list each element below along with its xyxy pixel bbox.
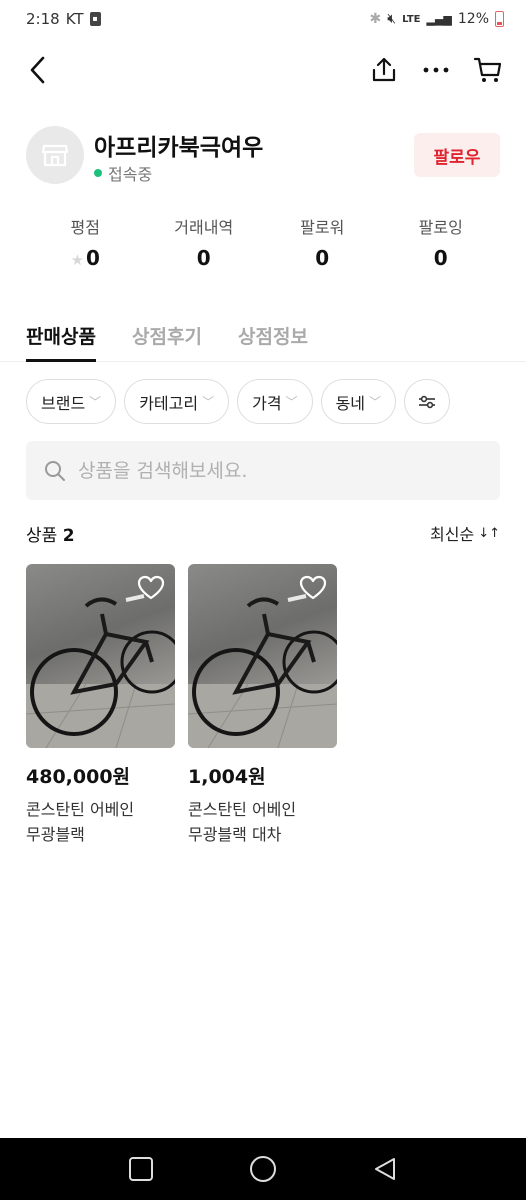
heart-icon[interactable] bbox=[299, 574, 327, 602]
back-button[interactable] bbox=[18, 50, 58, 90]
signal-icon: ▂▄▆ bbox=[426, 12, 452, 26]
filter-chips: 브랜드 ﹀ 카테고리 ﹀ 가격 ﹀ 동네 ﹀ bbox=[26, 379, 526, 425]
back-nav-icon[interactable] bbox=[372, 1156, 398, 1182]
search-input[interactable] bbox=[78, 459, 458, 482]
product-count-value: 2 bbox=[62, 525, 75, 546]
store-icon bbox=[41, 144, 69, 167]
status-right: ✱ 🔇︎ LTE ▂▄▆ 12% bbox=[370, 11, 504, 27]
product-title-line: 콘스탄틴 어베인 bbox=[188, 800, 297, 819]
product-title-line: 무광블랙 대차 bbox=[188, 825, 282, 844]
stat-followers[interactable]: 팔로워 0 bbox=[263, 214, 382, 274]
top-nav bbox=[0, 40, 526, 100]
home-icon[interactable] bbox=[249, 1155, 277, 1183]
filter-brand[interactable]: 브랜드 ﹀ bbox=[26, 379, 117, 424]
follow-button[interactable]: 팔로우 bbox=[414, 133, 500, 177]
shop-profile: 아프리카북극여우 접속중 팔로우 bbox=[26, 126, 500, 186]
bluetooth-icon: ✱ bbox=[369, 11, 382, 27]
status-time: 2:18 bbox=[26, 10, 60, 28]
share-icon bbox=[372, 57, 396, 82]
product-title-line: 무광블랙 bbox=[26, 825, 85, 844]
stat-value: 0 bbox=[433, 246, 448, 270]
more-icon bbox=[423, 67, 449, 73]
online-status-label: 접속중 bbox=[108, 165, 153, 184]
cart-button[interactable] bbox=[468, 50, 508, 90]
avatar[interactable] bbox=[26, 126, 84, 184]
heart-icon[interactable] bbox=[137, 574, 165, 602]
product-price: 1,004원 bbox=[188, 766, 266, 788]
product-image bbox=[26, 564, 175, 748]
chevron-down-icon: ﹀ bbox=[89, 395, 102, 409]
filter-label: 브랜드 bbox=[41, 393, 86, 413]
shop-stats: 평점 ★ 0 거래내역 0 팔로워 0 팔로잉 0 bbox=[26, 214, 500, 274]
sort-button[interactable]: 최신순 ↓↑ bbox=[430, 521, 500, 545]
status-carrier: KT bbox=[65, 10, 84, 28]
search-icon bbox=[45, 460, 65, 481]
stat-label: 거래내역 bbox=[174, 218, 234, 237]
product-title-line: 콘스탄틴 어베인 bbox=[26, 800, 135, 819]
product-count: 상품 2 bbox=[26, 521, 75, 546]
stat-value: 0 bbox=[196, 246, 211, 270]
shop-name: 아프리카북극여우 bbox=[94, 135, 264, 161]
product-price: 480,000원 bbox=[26, 766, 131, 788]
stat-label: 팔로워 bbox=[300, 218, 345, 237]
sort-label: 최신순 bbox=[430, 525, 475, 544]
filter-price[interactable]: 가격 ﹀ bbox=[237, 379, 313, 424]
network-label: LTE bbox=[402, 13, 421, 25]
status-bar: 2:18 KT ▪ ✱ 🔇︎ LTE ▂▄▆ 12% bbox=[0, 0, 526, 38]
stat-following[interactable]: 팔로잉 0 bbox=[382, 214, 501, 274]
product-card[interactable]: 480,000원 콘스탄틴 어베인 무광블랙 bbox=[26, 564, 175, 847]
star-icon: ★ bbox=[70, 251, 85, 269]
shop-tabs: 판매상품 상점후기 상점정보 bbox=[0, 318, 526, 362]
share-button[interactable] bbox=[364, 50, 404, 90]
tab-reviews[interactable]: 상점후기 bbox=[132, 322, 202, 362]
status-left: 2:18 KT ▪ bbox=[26, 10, 101, 28]
chevron-down-icon: ﹀ bbox=[285, 395, 298, 409]
recent-apps-icon[interactable] bbox=[128, 1156, 154, 1182]
mute-icon: 🔇︎ bbox=[387, 11, 397, 27]
filter-label: 동네 bbox=[335, 393, 366, 413]
stat-value: ★ 0 bbox=[26, 246, 145, 270]
cart-icon bbox=[473, 57, 502, 82]
battery-icon bbox=[495, 11, 504, 27]
filter-label: 가격 bbox=[252, 393, 282, 413]
more-button[interactable] bbox=[416, 50, 456, 90]
system-nav-bar bbox=[0, 1138, 526, 1200]
product-title: 콘스탄틴 어베인 무광블랙 대차 bbox=[188, 797, 337, 847]
product-search bbox=[26, 441, 500, 500]
stat-label: 팔로잉 bbox=[418, 218, 463, 237]
stat-label: 평점 bbox=[70, 218, 100, 237]
list-header: 상품 2 최신순 ↓↑ bbox=[26, 520, 500, 546]
chevron-left-icon bbox=[30, 56, 45, 84]
filter-label: 카테고리 bbox=[139, 393, 199, 413]
online-dot-icon bbox=[94, 169, 102, 177]
filter-settings-button[interactable] bbox=[404, 379, 451, 424]
product-image bbox=[188, 564, 337, 748]
sort-icon: ↓↑ bbox=[478, 525, 500, 541]
stat-value-text: 0 bbox=[86, 246, 100, 270]
online-status: 접속중 bbox=[94, 161, 152, 185]
chevron-down-icon: ﹀ bbox=[369, 395, 382, 409]
sliders-icon bbox=[419, 395, 436, 408]
stat-value: 0 bbox=[315, 246, 330, 270]
stat-rating: 평점 ★ 0 bbox=[26, 214, 145, 274]
filter-neighborhood[interactable]: 동네 ﹀ bbox=[320, 379, 397, 424]
product-count-label: 상품 bbox=[26, 525, 58, 546]
tab-info[interactable]: 상점정보 bbox=[238, 322, 308, 362]
chevron-down-icon: ﹀ bbox=[202, 395, 215, 409]
product-title: 콘스탄틴 어베인 무광블랙 bbox=[26, 797, 175, 847]
stat-transactions[interactable]: 거래내역 0 bbox=[145, 214, 264, 274]
product-card[interactable]: 1,004원 콘스탄틴 어베인 무광블랙 대차 bbox=[188, 564, 337, 847]
filter-category[interactable]: 카테고리 ﹀ bbox=[124, 379, 230, 424]
product-grid: 480,000원 콘스탄틴 어베인 무광블랙 1,004원 콘스탄틴 어베인 무… bbox=[26, 564, 500, 847]
battery-percent: 12% bbox=[457, 11, 489, 27]
tab-products[interactable]: 판매상품 bbox=[26, 322, 96, 362]
sim-icon: ▪ bbox=[89, 12, 101, 26]
